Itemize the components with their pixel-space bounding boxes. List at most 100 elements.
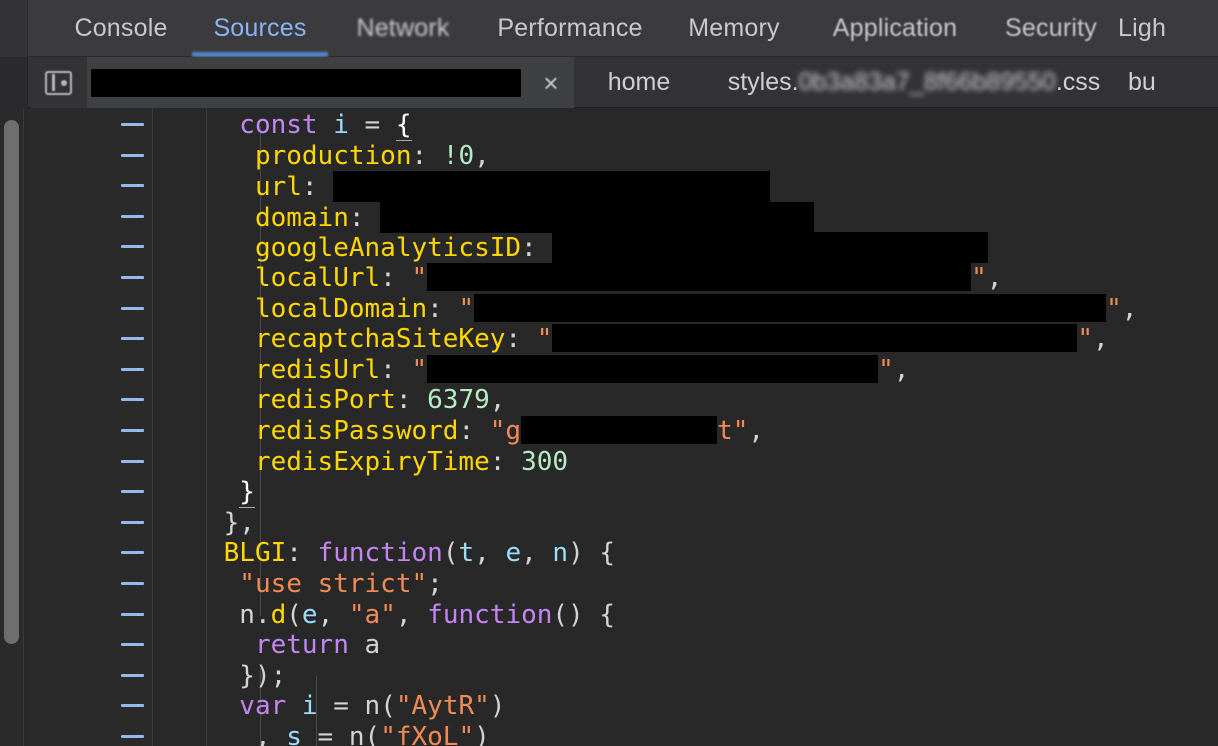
code-token: }); [239,660,287,691]
code-token: return [254,630,349,661]
gutter-line-marker [121,398,144,402]
code-token: , [395,599,428,630]
code-line[interactable]: var i = n("AytR") [239,691,505,722]
code-token: ( [286,599,302,630]
gutter-line-marker [121,429,144,432]
code-token: ) { [568,538,616,569]
code-line[interactable]: localUrl: " ", [255,263,1003,294]
code-line[interactable]: googleAnalyticsID: [255,232,989,264]
code-line[interactable]: redisPassword: "g t", [255,416,764,447]
editor-file-tabbar: × home styles. 0b3a83a7_8f66b89550 .css bu [0,57,1218,108]
code-token: t [458,538,475,569]
code-token: : [489,446,522,477]
code-line[interactable]: } [239,477,255,509]
code-line[interactable]: "use strict"; [239,569,443,600]
code-content[interactable]: const i = {production: !0, url: domain: g… [208,108,1218,746]
editor-vertical-scrollbar[interactable] [0,108,24,746]
tab-sources-label: Sources [213,14,307,42]
code-token: url [254,172,302,203]
tab-lighthouse-label: Ligh [1118,14,1167,42]
code-token: production [254,140,412,171]
code-line[interactable]: production: !0, [255,141,490,172]
code-line[interactable]: return a [255,630,380,661]
code-token: 300 [521,446,569,477]
file-tab-active-redacted[interactable]: × [87,57,574,108]
code-line[interactable]: const i = { [239,110,412,141]
code-token: function [317,538,443,569]
gutter-line-marker [121,673,144,677]
code-token: : [458,416,490,446]
code-token: : [395,385,428,416]
tab-security[interactable]: Security [990,0,1112,57]
code-token: domain [254,202,349,233]
tab-console[interactable]: Console [66,0,176,57]
code-line[interactable]: redisUrl: " ", [255,354,909,386]
redacted-value [552,324,1078,353]
code-token: { [395,110,412,141]
code-token: "use strict" [239,569,428,599]
code-token: a [364,630,381,661]
code-line[interactable]: n.d(e, "a", function() { [239,600,615,631]
close-icon[interactable]: × [538,70,564,96]
code-line[interactable]: }); [239,661,286,692]
code-token: = n( [301,722,381,746]
code-token: ) [489,691,506,722]
editor-line-number-gutter[interactable] [25,108,153,746]
devtools-window: Console Sources Network Performance Memo… [0,0,1218,746]
code-line[interactable]: redisPort: 6379, [255,385,505,416]
code-line[interactable]: }, [224,508,255,539]
code-token: "a" [348,599,396,630]
gutter-line-marker [121,520,144,524]
code-token: ) [474,722,490,746]
file-tab-home[interactable]: home [574,57,704,108]
code-token: : [348,202,381,233]
code-line[interactable]: domain: [254,201,815,233]
code-token: , [986,263,1003,293]
gutter-line-marker [121,184,144,188]
tab-performance[interactable]: Performance [472,0,668,57]
code-token: localDomain [254,293,428,324]
code-token: " [536,324,553,355]
tab-memory-label: Memory [688,14,780,42]
code-token: var [239,691,287,722]
gutter-line-marker [121,276,144,279]
code-token: s [286,722,302,746]
code-line[interactable]: redisExpiryTime: 300 [255,447,568,478]
code-token: = n( [317,691,396,722]
code-line[interactable]: recaptchaSiteKey: " ", [255,324,1109,355]
gutter-line-marker [121,245,144,249]
gutter-line-marker [121,459,144,463]
redacted-value [521,416,718,444]
code-token: "AytR" [395,691,490,722]
code-token: d [270,599,287,630]
redacted-filename [91,68,521,97]
gutter-line-marker [121,612,144,616]
tab-network[interactable]: Network [340,0,466,57]
code-token: ; [427,569,443,599]
redacted-value [552,232,989,264]
tab-lighthouse[interactable]: Ligh [1118,0,1218,57]
code-line[interactable]: , s = n("fXoL") [255,722,490,746]
code-line[interactable]: localDomain: " ", [254,293,1137,325]
code-line[interactable]: BLGI: function(t, e, n) { [224,538,615,569]
file-tab-styles-css[interactable]: styles. 0b3a83a7_8f66b89550 .css [704,57,1124,108]
code-line[interactable]: url: [254,171,771,203]
tab-memory[interactable]: Memory [674,0,794,57]
scrollbar-thumb[interactable] [4,120,19,644]
editor-gutter-spacer [154,108,207,746]
gutter-line-marker [121,551,144,555]
tab-sources[interactable]: Sources [186,0,334,57]
tab-application-label: Application [832,14,958,42]
code-token: 6379 [427,385,490,416]
code-token: , [489,385,506,416]
file-tab-bundle[interactable]: bu [1128,57,1218,108]
code-token: : [521,233,553,264]
gutter-line-marker [121,367,144,371]
tab-application[interactable]: Application [800,0,990,57]
gutter-line-marker [121,643,144,647]
code-token: function [427,599,553,630]
redacted-value [380,201,815,233]
gutter-line-marker [121,214,144,218]
navigator-toggle-button[interactable] [30,57,87,108]
